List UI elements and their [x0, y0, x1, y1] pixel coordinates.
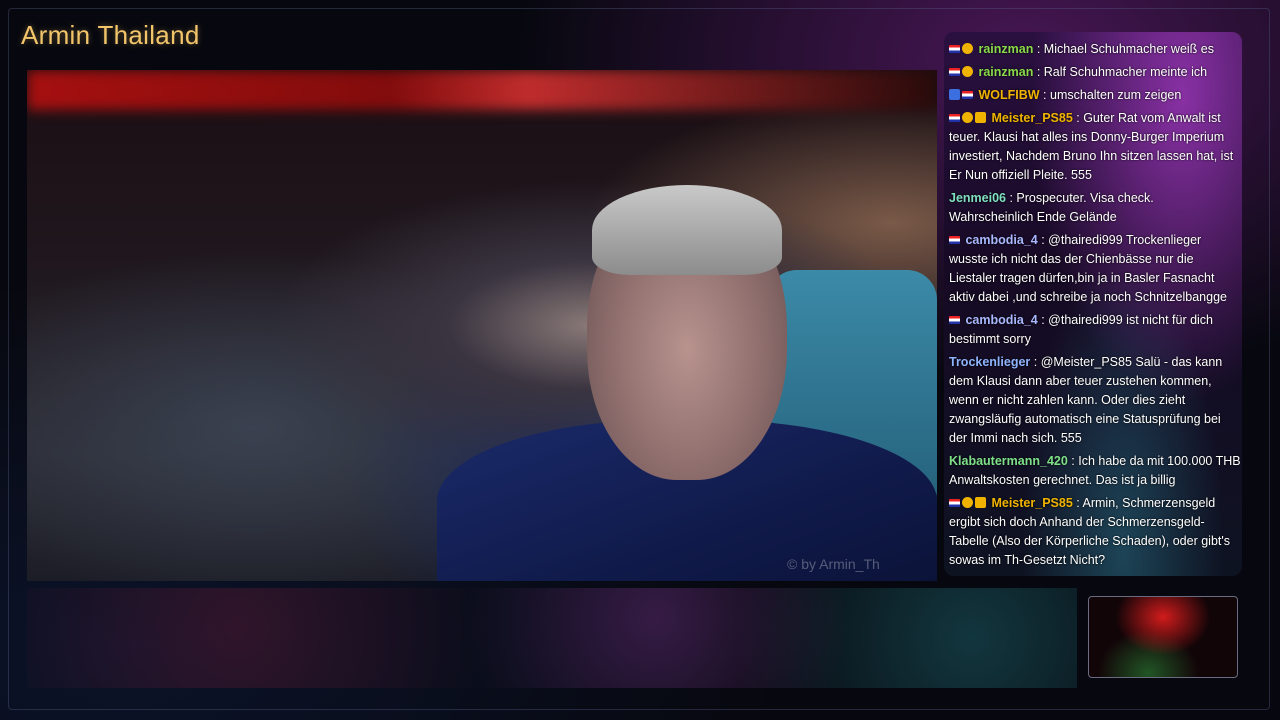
chat-separator: : — [1039, 88, 1050, 102]
sub-badge-icon — [975, 112, 986, 123]
chat-separator: : — [1030, 355, 1041, 369]
alert-badge-icon — [962, 43, 973, 54]
blue-badge-icon — [949, 89, 960, 100]
sub-badge-icon — [975, 497, 986, 508]
chat-separator: : — [1072, 111, 1084, 125]
video-watermark: © by Armin_Th — [787, 556, 880, 572]
chat-text: umschalten zum zeigen — [1050, 88, 1182, 102]
chat-username[interactable]: rainzman — [975, 65, 1033, 79]
alert-badge-icon — [962, 497, 973, 508]
chat-message: Meister_PS85 : Guter Rat vom Anwalt ist … — [949, 109, 1241, 185]
chat-username[interactable]: cambodia_4 — [962, 313, 1037, 327]
chat-separator: : — [1072, 496, 1083, 510]
flag-badge-icon — [949, 499, 960, 507]
flag-badge-icon — [949, 68, 960, 76]
chat-message: cambodia_4 : @thairedi999 Trockenlieger … — [949, 231, 1241, 307]
camera-preview — [1088, 596, 1238, 678]
chat-text: Ralf Schuhmacher meinte ich — [1043, 65, 1208, 79]
webcam-video[interactable]: © by Armin_Th — [27, 70, 937, 581]
flag-badge-icon — [949, 316, 960, 324]
flag-badge-icon — [949, 45, 960, 53]
chat-username[interactable]: WOLFIBW — [975, 88, 1039, 102]
chat-username[interactable]: Meister_PS85 — [988, 111, 1072, 125]
chat-username[interactable]: Meister_PS85 — [988, 496, 1072, 510]
chat-message: WOLFIBW : umschalten zum zeigen — [949, 86, 1241, 105]
flag-badge-icon — [949, 236, 960, 244]
chat-message: rainzman : Ralf Schuhmacher meinte ich — [949, 63, 1241, 82]
chat-username[interactable]: rainzman — [975, 42, 1033, 56]
chat-separator: : — [1037, 233, 1049, 247]
background-light — [27, 70, 937, 110]
chat-message: Jenmei06 : Prospecuter. Visa check. Wahr… — [949, 189, 1241, 227]
chat-username[interactable]: cambodia_4 — [962, 233, 1037, 247]
chat-separator: : — [1037, 313, 1049, 327]
person-hair — [592, 185, 782, 275]
alert-badge-icon — [962, 112, 973, 123]
chat-message: Klabautermann_420 : Ich habe da mit 100.… — [949, 452, 1241, 490]
chat-username[interactable]: Trockenlieger — [949, 355, 1030, 369]
chat-separator: : — [1005, 191, 1017, 205]
alert-badge-icon — [962, 66, 973, 77]
flag-badge-icon — [949, 114, 960, 122]
channel-title: Armin Thailand — [21, 20, 200, 50]
chat-text: Michael Schuhmacher weiß es — [1043, 42, 1214, 56]
chat-list: rainzman : Michael Schuhmacher weiß es r… — [949, 40, 1241, 574]
chat-separator: : — [1067, 454, 1079, 468]
bottom-decoration — [27, 588, 1077, 688]
chat-message: rainzman : Michael Schuhmacher weiß es — [949, 40, 1241, 59]
flag-badge-icon — [962, 91, 973, 99]
chat-username[interactable]: Klabautermann_420 — [949, 454, 1068, 468]
chat-message: cambodia_4 : @thairedi999 ist nicht für … — [949, 311, 1241, 349]
chat-separator: : — [1033, 65, 1044, 79]
chat-username[interactable]: Jenmei06 — [949, 191, 1006, 205]
chat-panel: rainzman : Michael Schuhmacher weiß es r… — [944, 32, 1242, 576]
chat-message: Trockenlieger : @Meister_PS85 Salü - das… — [949, 353, 1241, 448]
chat-separator: : — [1033, 42, 1044, 56]
chat-message: Meister_PS85 : Armin, Schmerzensgeld erg… — [949, 494, 1241, 570]
